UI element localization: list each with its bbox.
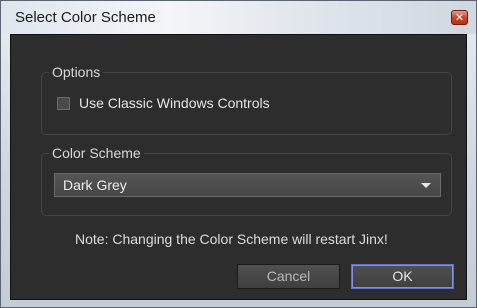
- close-icon: ✕: [454, 11, 465, 24]
- color-scheme-selected-value: Dark Grey: [63, 177, 127, 193]
- options-group-label: Options: [49, 64, 104, 80]
- classic-controls-checkbox[interactable]: [57, 97, 70, 110]
- window-title: Select Color Scheme: [15, 9, 156, 26]
- restart-note: Note: Changing the Color Scheme will res…: [75, 231, 388, 247]
- color-scheme-dropdown[interactable]: Dark Grey: [54, 173, 441, 197]
- ok-button[interactable]: OK: [351, 264, 454, 289]
- chevron-down-icon: [421, 183, 431, 188]
- title-bar[interactable]: Select Color Scheme ✕: [1, 1, 476, 34]
- close-button[interactable]: ✕: [451, 10, 468, 25]
- dialog-body: Options Use Classic Windows Controls Col…: [10, 34, 467, 300]
- dialog-window: Select Color Scheme ✕ Options Use Classi…: [0, 0, 477, 308]
- classic-controls-label[interactable]: Use Classic Windows Controls: [79, 95, 270, 111]
- color-scheme-group-label: Color Scheme: [49, 145, 144, 161]
- cancel-button[interactable]: Cancel: [237, 264, 340, 289]
